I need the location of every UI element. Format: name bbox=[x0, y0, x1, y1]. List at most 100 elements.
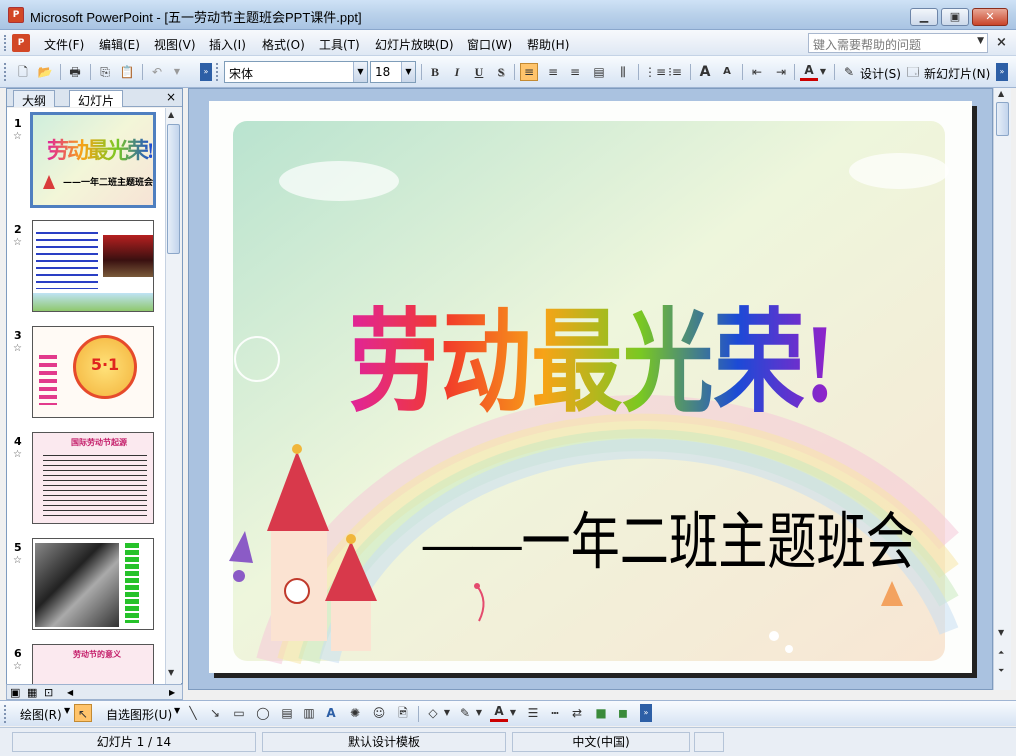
undo-dropdown-icon[interactable]: ▼ bbox=[168, 63, 186, 81]
chevron-down-icon[interactable]: ▼ bbox=[977, 36, 984, 46]
decrease-indent-icon[interactable]: ⇤ bbox=[748, 63, 766, 81]
menu-edit[interactable]: 编辑(E) bbox=[99, 36, 140, 53]
menu-slideshow[interactable]: 幻灯片放映(D) bbox=[375, 36, 454, 53]
bullet-list-icon[interactable]: ⁝≡ bbox=[666, 63, 684, 81]
previous-slide-icon[interactable]: ⏶ bbox=[998, 648, 1004, 658]
align-center-icon[interactable]: ≡ bbox=[544, 63, 562, 81]
slide-thumbnail-6[interactable]: 6 ☆ 劳动节的意义 bbox=[7, 644, 165, 684]
font-name-select[interactable]: 宋体 ▼ bbox=[224, 61, 368, 83]
powerpoint-icon[interactable]: P bbox=[8, 7, 24, 23]
print-icon[interactable]: 🖶 bbox=[66, 63, 84, 81]
slide-thumbnail-1[interactable]: 1 ☆ 劳动最光荣! ——一年二班主题班会 bbox=[7, 112, 165, 214]
normal-view-icon[interactable]: ▣ bbox=[10, 686, 20, 699]
editor-scrollbar[interactable]: ▲ ▼ ⏶ ⏷ bbox=[993, 88, 1011, 690]
rectangle-tool-icon[interactable]: ▭ bbox=[230, 704, 248, 722]
copy-icon[interactable]: ⎘ bbox=[96, 63, 114, 81]
line-tool-icon[interactable]: ╲ bbox=[184, 704, 202, 722]
toolbar-options-icon[interactable]: » bbox=[200, 63, 212, 81]
autoshapes-menu-button[interactable]: 自选图形(U) bbox=[106, 706, 172, 723]
align-left-icon[interactable]: ≡ bbox=[520, 63, 538, 81]
design-icon[interactable]: ✎ bbox=[840, 63, 858, 81]
toolbar-grip[interactable] bbox=[4, 63, 7, 81]
close-document-button[interactable]: × bbox=[996, 35, 1007, 50]
chevron-down-icon[interactable]: ▼ bbox=[508, 704, 518, 722]
italic-button[interactable]: I bbox=[448, 63, 466, 81]
minimize-button[interactable]: ▁ bbox=[910, 8, 938, 26]
menu-window[interactable]: 窗口(W) bbox=[467, 36, 512, 53]
menu-tools[interactable]: 工具(T) bbox=[319, 36, 360, 53]
chevron-down-icon[interactable]: ▼ bbox=[474, 704, 484, 722]
current-slide[interactable]: 劳动最光荣! ——一年二班主题班会 bbox=[209, 101, 972, 673]
chevron-down-icon[interactable]: ▼ bbox=[401, 62, 415, 82]
scroll-thumb[interactable] bbox=[167, 124, 180, 254]
open-document-icon[interactable]: 📂 bbox=[36, 63, 54, 81]
toolbar-options-icon[interactable]: » bbox=[640, 704, 652, 722]
menu-insert[interactable]: 插入(I) bbox=[209, 36, 246, 53]
next-slide-icon[interactable]: ⏷ bbox=[998, 666, 1004, 676]
chevron-down-icon[interactable]: ▼ bbox=[174, 706, 180, 715]
distribute-icon[interactable]: ⫼ bbox=[614, 63, 632, 81]
slide-sorter-icon[interactable]: ▦ bbox=[27, 686, 37, 699]
vertical-textbox-icon[interactable]: ▥ bbox=[300, 704, 318, 722]
shadow-button[interactable]: S bbox=[492, 63, 510, 81]
scroll-down-icon[interactable]: ▼ bbox=[998, 628, 1004, 637]
font-color-button[interactable]: A bbox=[800, 63, 818, 81]
line-style-icon[interactable]: ☰ bbox=[524, 704, 542, 722]
line-color-icon[interactable]: ✎ bbox=[456, 704, 474, 722]
undo-icon[interactable]: ↶ bbox=[148, 63, 166, 81]
new-slide-button[interactable]: 新幻灯片(N) bbox=[924, 65, 990, 82]
oval-tool-icon[interactable]: ◯ bbox=[254, 704, 272, 722]
scroll-down-icon[interactable]: ▼ bbox=[168, 668, 174, 677]
wordart-icon[interactable]: A bbox=[322, 704, 340, 722]
toolbar-grip[interactable] bbox=[216, 63, 219, 81]
scroll-left-icon[interactable]: ◀ bbox=[67, 688, 73, 697]
align-right-icon[interactable]: ≡ bbox=[566, 63, 584, 81]
slides-scrollbar[interactable]: ▲ ▼ bbox=[165, 108, 181, 684]
fill-color-icon[interactable]: ◇ bbox=[424, 704, 442, 722]
chevron-down-icon[interactable]: ▼ bbox=[353, 62, 367, 82]
clipart-icon[interactable]: ☺ bbox=[370, 704, 388, 722]
3d-style-icon[interactable]: ◼ bbox=[614, 704, 632, 722]
slide-thumbnail-5[interactable]: 5 ☆ bbox=[7, 538, 165, 638]
slide-thumbnail-list[interactable]: 1 ☆ 劳动最光荣! ——一年二班主题班会 2 ☆ 3 ☆ 5·1 4 ☆ 国际… bbox=[7, 108, 165, 684]
menu-file[interactable]: 文件(F) bbox=[44, 36, 84, 53]
textbox-tool-icon[interactable]: ▤ bbox=[278, 704, 296, 722]
picture-icon[interactable]: 🖻 bbox=[394, 704, 412, 722]
diagram-icon[interactable]: ✺ bbox=[346, 704, 364, 722]
slide-thumbnail-2[interactable]: 2 ☆ bbox=[7, 220, 165, 320]
slideshow-icon[interactable]: ⊡ bbox=[44, 686, 53, 699]
font-size-select[interactable]: 18 ▼ bbox=[370, 61, 416, 83]
menu-view[interactable]: 视图(V) bbox=[154, 36, 196, 53]
increase-indent-icon[interactable]: ⇥ bbox=[772, 63, 790, 81]
arrow-style-icon[interactable]: ⇄ bbox=[568, 704, 586, 722]
toolbar-options-icon[interactable]: » bbox=[996, 63, 1008, 81]
slide-thumbnail-3[interactable]: 3 ☆ 5·1 bbox=[7, 326, 165, 426]
design-button[interactable]: 设计(S) bbox=[860, 65, 901, 82]
menu-format[interactable]: 格式(O) bbox=[262, 36, 305, 53]
scroll-right-icon[interactable]: ▶ bbox=[169, 688, 175, 697]
arrow-tool-icon[interactable]: ↘ bbox=[206, 704, 224, 722]
numbered-list-icon[interactable]: ⋮≡ bbox=[644, 63, 666, 81]
increase-font-button[interactable]: A bbox=[696, 63, 714, 81]
bold-button[interactable]: B bbox=[426, 63, 444, 81]
scroll-thumb[interactable] bbox=[996, 102, 1009, 136]
tab-slides[interactable]: 幻灯片 bbox=[69, 90, 124, 108]
justify-icon[interactable]: ▤ bbox=[590, 63, 608, 81]
font-color-dropdown-icon[interactable]: ▼ bbox=[818, 63, 828, 81]
font-color-icon[interactable]: A bbox=[490, 704, 508, 722]
toolbar-grip[interactable] bbox=[4, 705, 7, 723]
scroll-up-icon[interactable]: ▲ bbox=[998, 89, 1004, 98]
tab-outline[interactable]: 大纲 bbox=[13, 90, 56, 108]
new-document-icon[interactable]: 🗋 bbox=[14, 63, 32, 81]
select-pointer-icon[interactable]: ↖ bbox=[74, 704, 92, 722]
maximize-button[interactable]: ▣ bbox=[941, 8, 969, 26]
paste-icon[interactable]: 📋 bbox=[118, 63, 136, 81]
document-icon[interactable]: P bbox=[12, 34, 30, 52]
underline-button[interactable]: U bbox=[470, 63, 488, 81]
close-panel-icon[interactable]: × bbox=[166, 90, 176, 104]
draw-menu-button[interactable]: 绘图(R) bbox=[20, 706, 62, 723]
toolbar-grip[interactable] bbox=[4, 35, 7, 51]
new-slide-icon[interactable]: 🗔 bbox=[904, 63, 922, 81]
shadow-style-icon[interactable]: ■ bbox=[592, 704, 610, 722]
chevron-down-icon[interactable]: ▼ bbox=[442, 704, 452, 722]
